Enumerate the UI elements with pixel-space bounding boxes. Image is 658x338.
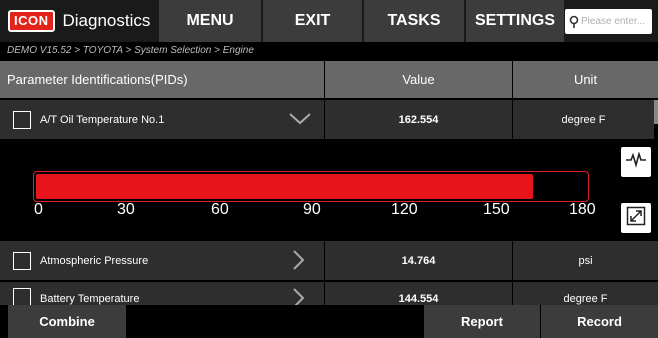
menu-button[interactable]: MENU (158, 0, 261, 42)
table-row-name-cell[interactable]: Atmospheric Pressure (0, 241, 324, 280)
chevron-right-icon[interactable] (291, 287, 305, 305)
combine-button[interactable]: Combine (8, 305, 126, 338)
waveform-button[interactable] (621, 147, 651, 177)
pid-value: 162.554 (325, 100, 512, 139)
column-header-unit: Unit (513, 61, 658, 98)
gauge-tick: 180 (569, 201, 596, 218)
chevron-right-icon[interactable] (291, 249, 305, 274)
gauge-fill (36, 174, 533, 199)
column-header-value: Value (325, 61, 512, 98)
table-row-name-cell[interactable]: Battery Temperature (0, 282, 324, 305)
icon-logo: ICON (8, 10, 55, 32)
gauge-tick: 60 (211, 201, 229, 218)
chevron-down-icon[interactable] (288, 111, 312, 130)
search-box[interactable] (565, 9, 652, 34)
record-button[interactable]: Record (541, 305, 658, 338)
row-checkbox[interactable] (13, 110, 31, 129)
scrollbar[interactable] (654, 100, 658, 124)
row-checkbox[interactable] (13, 288, 31, 305)
exit-button[interactable]: EXIT (262, 0, 362, 42)
expand-button[interactable] (621, 203, 651, 233)
pid-name: A/T Oil Temperature No.1 (40, 113, 165, 126)
pid-name: Atmospheric Pressure (40, 254, 149, 267)
waveform-icon (625, 150, 647, 173)
app-title: Diagnostics (62, 11, 151, 30)
search-input[interactable] (581, 16, 651, 27)
pid-value: 144.554 (325, 282, 512, 305)
pid-unit: psi (513, 241, 658, 280)
expand-icon (626, 206, 646, 231)
gauge-tick: 90 (303, 201, 321, 218)
gauge-tick: 30 (117, 201, 135, 218)
gauge-tick: 0 (34, 201, 43, 218)
report-button[interactable]: Report (424, 305, 540, 338)
settings-button[interactable]: SETTINGS (465, 0, 564, 42)
gauge-tick: 120 (391, 201, 418, 218)
location-pin-icon (569, 15, 579, 29)
column-header-param: Parameter Identifications(PIDs) (0, 61, 324, 98)
brand: ICON Diagnostics (8, 10, 150, 32)
gauge-tick: 150 (483, 201, 510, 218)
gauge-track (33, 171, 589, 202)
row-checkbox[interactable] (13, 251, 31, 270)
pid-unit: degree F (513, 100, 654, 139)
pid-unit: degree F (513, 282, 658, 305)
pid-name: Battery Temperature (40, 293, 140, 305)
gauge-panel: 0 30 60 90 120 150 180 (0, 141, 658, 239)
pid-value: 14.764 (325, 241, 512, 280)
tasks-button[interactable]: TASKS (363, 0, 464, 42)
table-row-name-cell[interactable]: A/T Oil Temperature No.1 (0, 100, 324, 139)
breadcrumb: DEMO V15.52 > TOYOTA > System Selection … (0, 42, 658, 60)
